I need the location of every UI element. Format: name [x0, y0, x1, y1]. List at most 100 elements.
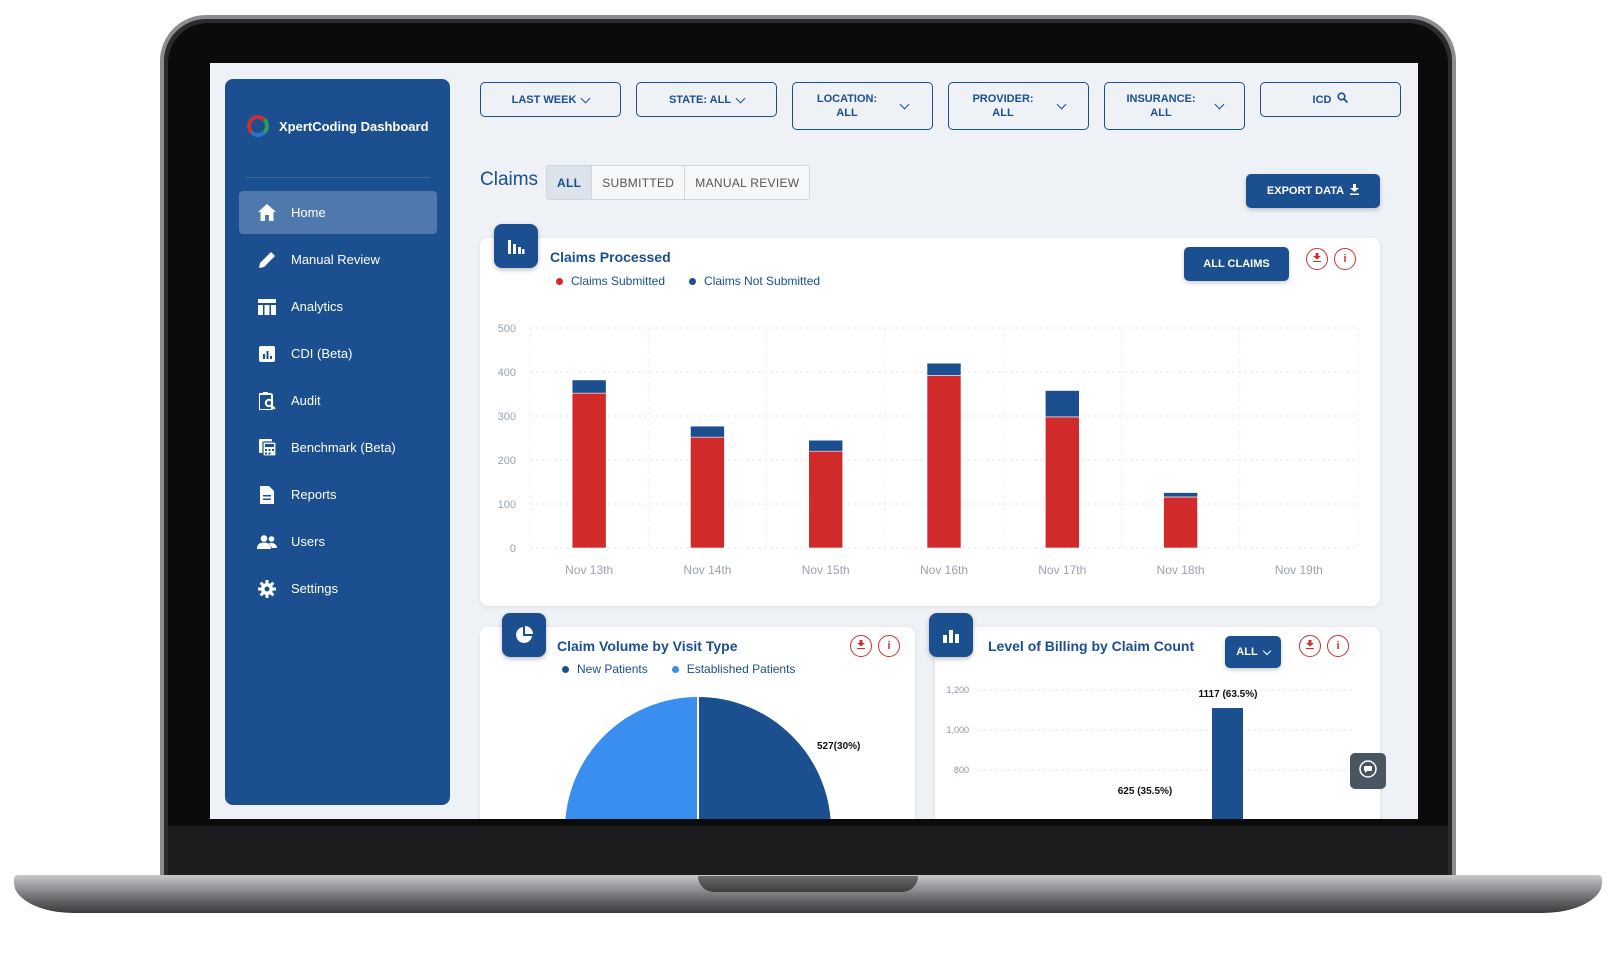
- sidebar-item-label: CDI (Beta): [291, 346, 353, 361]
- location-filter[interactable]: LOCATION: ALL: [792, 82, 933, 130]
- sidebar-item-label: Reports: [291, 487, 337, 502]
- chart-bar: [926, 375, 962, 549]
- chevron-down-icon: [1214, 99, 1224, 110]
- gear-icon: [257, 579, 277, 599]
- y-tick-label: 300: [498, 411, 516, 423]
- sidebar-item-label: Manual Review: [291, 252, 380, 267]
- billing-filter-dropdown[interactable]: ALL: [1225, 636, 1281, 668]
- billing-level-card: Level of Billing by Claim Count ALL i 1,…: [929, 613, 1380, 819]
- chat-button[interactable]: [1350, 753, 1386, 789]
- screen: XpertCoding Dashboard Home Manual Review…: [210, 63, 1418, 819]
- legend-dot: [671, 665, 679, 673]
- tab-manual-review[interactable]: MANUAL REVIEW: [685, 166, 809, 199]
- chart-bar: [1044, 416, 1080, 549]
- download-button[interactable]: [850, 635, 872, 657]
- legend-item-submitted: Claims Submitted: [556, 274, 665, 288]
- clipboard-search-icon: [257, 391, 277, 411]
- sidebar-item-analytics[interactable]: Analytics: [239, 285, 437, 328]
- chart-box-icon: [257, 344, 277, 364]
- sidebar-divider: [245, 177, 430, 178]
- sidebar-item-manual-review[interactable]: Manual Review: [239, 238, 437, 281]
- y-tick-label: 800: [954, 765, 969, 775]
- legend-item-new: New Patients: [562, 662, 648, 676]
- date-filter[interactable]: LAST WEEK: [480, 82, 621, 117]
- claims-processed-card: Claims Processed Claims Submitted Claims…: [480, 224, 1380, 606]
- sidebar-item-users[interactable]: Users: [239, 520, 437, 563]
- claims-tabs: ALL SUBMITTED MANUAL REVIEW: [546, 165, 811, 200]
- download-button[interactable]: [1306, 248, 1328, 270]
- insurance-filter[interactable]: INSURANCE: ALL: [1104, 82, 1245, 130]
- bar-chart-icon: [494, 224, 538, 268]
- insurance-filter-line1: INSURANCE:: [1126, 93, 1196, 105]
- download-icon: [857, 640, 865, 652]
- legend-label: Claims Not Submitted: [704, 274, 821, 288]
- sidebar-item-reports[interactable]: Reports: [239, 473, 437, 516]
- chat-icon: [1359, 759, 1377, 783]
- x-tick-label: Nov 15th: [802, 563, 850, 577]
- y-tick-label: 400: [498, 367, 516, 379]
- bar-chart-icon: [929, 613, 973, 657]
- chart-bar: [808, 439, 844, 452]
- tab-all[interactable]: ALL: [547, 166, 593, 199]
- info-icon: i: [1336, 640, 1340, 652]
- chevron-down-icon: [735, 93, 746, 103]
- all-claims-button[interactable]: ALL CLAIMS: [1184, 247, 1289, 281]
- card-title: Claims Processed: [550, 249, 671, 265]
- filter-bar: LAST WEEK STATE: ALL LOCATION: ALL PROVID…: [480, 82, 1401, 130]
- chart-bar: [690, 425, 725, 438]
- sidebar-item-audit[interactable]: Audit: [239, 379, 437, 422]
- page-title: Claims: [480, 169, 539, 190]
- chevron-down-icon: [899, 99, 910, 110]
- chart-bar: [808, 450, 844, 549]
- card-title: Claim Volume by Visit Type: [557, 638, 738, 654]
- location-filter-line1: LOCATION:: [816, 93, 878, 105]
- y-tick-label: 0: [510, 543, 516, 555]
- laptop-notch: [698, 876, 918, 892]
- x-tick-label: Nov 19th: [1275, 563, 1323, 577]
- billing-filter-label: ALL: [1236, 646, 1258, 658]
- chart-bar: [926, 362, 962, 376]
- info-button[interactable]: i: [1334, 248, 1356, 270]
- sidebar-item-cdi[interactable]: CDI (Beta): [239, 332, 437, 375]
- icd-search-filter[interactable]: ICD: [1260, 82, 1401, 117]
- export-data-button[interactable]: EXPORT DATA: [1246, 174, 1380, 208]
- y-tick-label: 1,200: [946, 685, 969, 695]
- calculator-icon: [257, 438, 277, 458]
- info-button[interactable]: i: [878, 635, 900, 657]
- provider-filter-line2: ALL: [992, 107, 1014, 119]
- x-tick-label: Nov 14th: [683, 563, 731, 577]
- insurance-filter-label: INSURANCE: ALL: [1126, 92, 1195, 120]
- location-filter-label: LOCATION: ALL: [817, 92, 877, 120]
- chart-bar: [1163, 492, 1198, 498]
- brand-name: XpertCoding Dashboard: [279, 118, 429, 134]
- tab-submitted[interactable]: SUBMITTED: [592, 166, 686, 199]
- provider-filter-line1: PROVIDER:: [972, 93, 1034, 105]
- icd-filter-label: ICD: [1312, 93, 1332, 106]
- sidebar-item-benchmark[interactable]: Benchmark (Beta): [239, 426, 437, 469]
- date-filter-label: LAST WEEK: [511, 93, 577, 106]
- sidebar-item-settings[interactable]: Settings: [239, 567, 437, 610]
- visit-type-card: Claim Volume by Visit Type New Patients …: [480, 613, 915, 819]
- chart-bar: [1044, 390, 1080, 418]
- location-filter-line2: ALL: [836, 107, 858, 119]
- state-filter[interactable]: STATE: ALL: [636, 82, 777, 117]
- insurance-filter-line2: ALL: [1150, 107, 1172, 119]
- info-icon: i: [1343, 253, 1347, 265]
- chart-bar: [1212, 708, 1243, 819]
- download-button[interactable]: [1299, 635, 1321, 657]
- sidebar: XpertCoding Dashboard Home Manual Review…: [225, 79, 450, 805]
- legend-item-established: Established Patients: [671, 662, 795, 676]
- document-icon: [257, 485, 277, 505]
- all-claims-label: ALL CLAIMS: [1203, 258, 1270, 270]
- home-icon: [257, 203, 277, 223]
- download-icon: [1306, 640, 1314, 652]
- x-tick-label: Nov 13th: [565, 563, 613, 577]
- chart-bar: [571, 392, 607, 549]
- chart-legend: Claims Submitted Claims Not Submitted: [556, 274, 820, 288]
- info-button[interactable]: i: [1327, 635, 1349, 657]
- brand-logo-icon: [247, 115, 269, 137]
- brand[interactable]: XpertCoding Dashboard: [247, 115, 429, 137]
- bar-data-label: 625 (35.5%): [1118, 786, 1172, 797]
- sidebar-item-home[interactable]: Home: [239, 191, 437, 234]
- provider-filter[interactable]: PROVIDER: ALL: [948, 82, 1089, 130]
